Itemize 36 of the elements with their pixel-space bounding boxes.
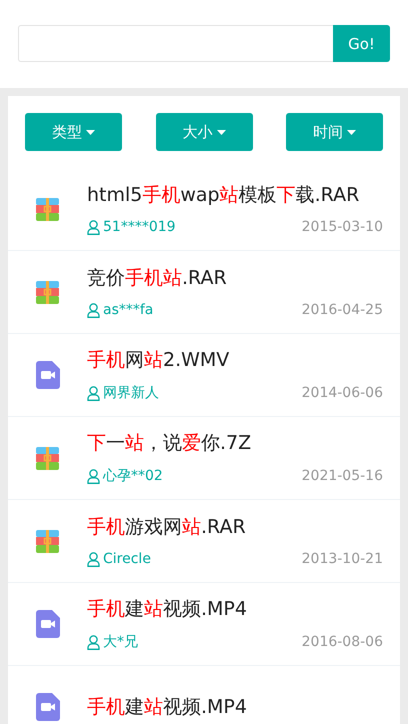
caret-icon [86, 130, 95, 134]
archive-icon [36, 198, 59, 220]
archive-icon [36, 280, 59, 304]
uploader-name: 大*兄 [103, 633, 138, 651]
caret-icon [347, 130, 356, 134]
video-file-icon [36, 610, 60, 638]
file-title[interactable]: 下一站，说爱你.7Z [87, 431, 383, 455]
caret-icon [216, 130, 226, 134]
video-file-icon [36, 693, 60, 721]
user-icon [87, 302, 100, 318]
file-title[interactable]: 手机游戏网站.RAR [87, 515, 383, 539]
upload-date: 2021-05-16 [302, 468, 383, 484]
upload-date: 2016-08-06 [302, 634, 383, 650]
upload-date: 2015-03-10 [302, 219, 383, 235]
archive-icon [36, 446, 59, 470]
uploader-name: 51****019 [103, 219, 176, 235]
uploader-name: Cirecle [103, 551, 151, 567]
upload-date: 2016-04-25 [302, 302, 383, 318]
user-icon [87, 468, 100, 484]
file-title[interactable]: html5手机wap站模板下载.RAR [87, 183, 383, 207]
user-icon [87, 220, 100, 234]
upload-date: 2014-06-06 [302, 385, 383, 401]
archive-icon [36, 530, 59, 552]
file-title[interactable]: 手机建站视频.MP4 [87, 695, 383, 719]
uploader-name: as***fa [103, 302, 154, 318]
file-title[interactable]: 手机建站视频.MP4 [87, 597, 383, 621]
user-icon [87, 386, 100, 400]
upload-date: 2013-10-21 [302, 551, 383, 567]
file-title[interactable]: 竞价手机站.RAR [87, 266, 383, 290]
file-title[interactable]: 手机网站2.WMV [87, 348, 383, 372]
video-file-icon [36, 361, 60, 389]
user-icon [87, 552, 100, 566]
uploader-name: 心孕**02 [103, 467, 163, 485]
uploader-name: 网界新人 [103, 384, 159, 402]
user-icon [87, 634, 100, 650]
search-field[interactable] [18, 25, 333, 62]
